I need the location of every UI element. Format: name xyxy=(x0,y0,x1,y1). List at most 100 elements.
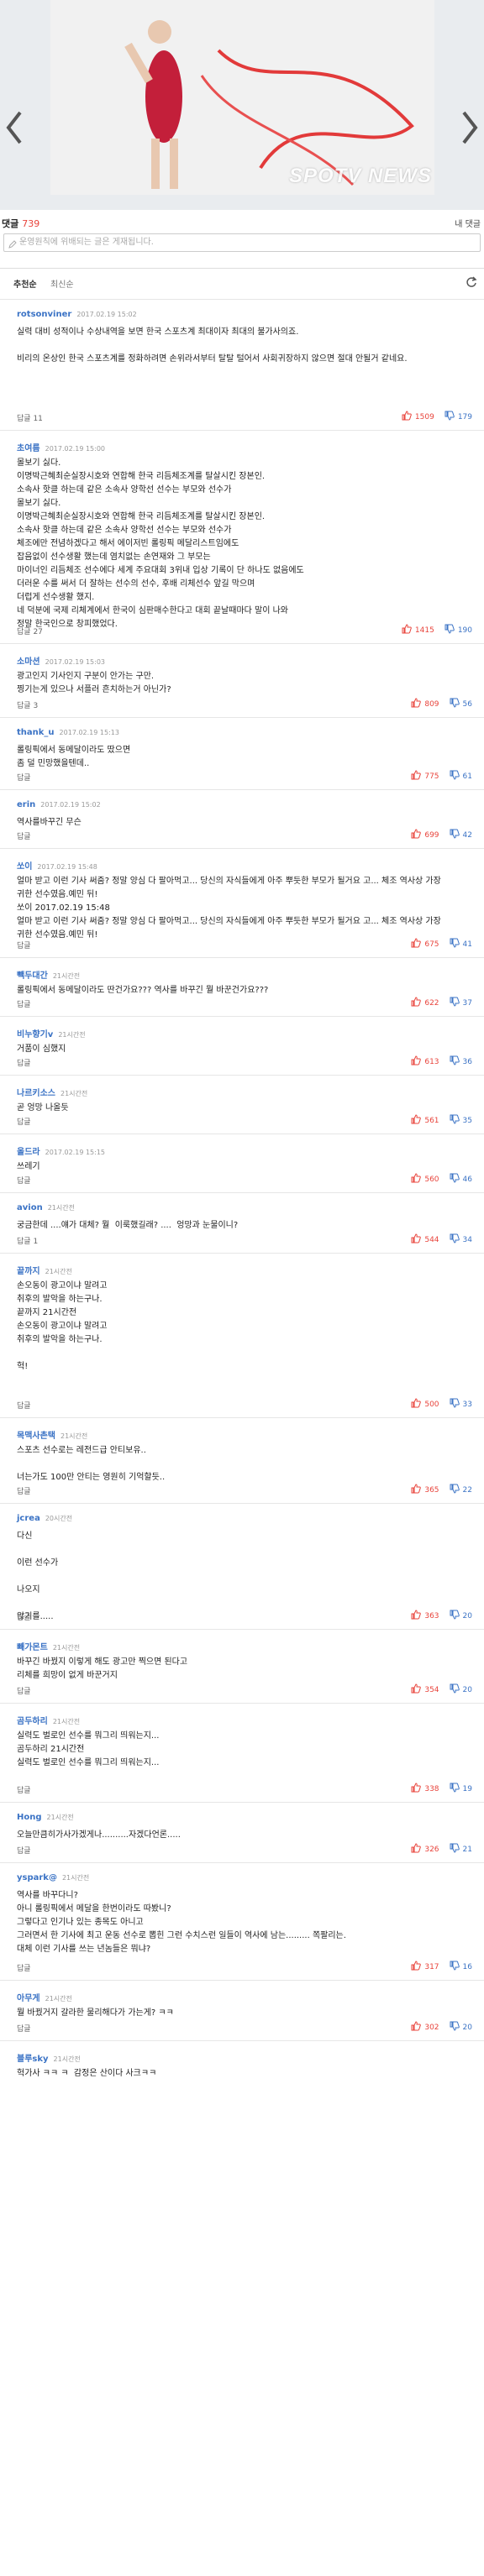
thumbs-up-icon[interactable] xyxy=(411,1783,422,1795)
reply-button[interactable]: 답글 11 xyxy=(17,412,43,423)
reply-button[interactable]: 답글 xyxy=(17,1057,31,1068)
thumbs-down-icon[interactable] xyxy=(450,1484,460,1496)
comment-item: 곰두하리 21시간전 실력도 벌로인 선수를 뭐그리 띄워는지... 곰두하리 21… xyxy=(0,1703,484,1802)
comment-author[interactable]: 소마션 xyxy=(17,657,40,667)
thumbs-down-icon[interactable] xyxy=(450,938,460,950)
comment-author[interactable]: Hong xyxy=(17,1813,42,1822)
prev-photo-button[interactable] xyxy=(0,107,29,149)
comment-meta: thank_u 2017.02.19 15:13 xyxy=(17,728,119,737)
comment-author[interactable]: 빽두대간 xyxy=(17,971,48,981)
comment-author[interactable]: 끝까지 xyxy=(17,1267,40,1276)
thumbs-down-icon[interactable] xyxy=(450,698,460,710)
reply-button[interactable]: 답글 xyxy=(17,1611,31,1622)
thumbs-down-icon[interactable] xyxy=(450,1233,460,1246)
thumbs-down-icon[interactable] xyxy=(450,1843,460,1856)
reply-button[interactable]: 답글 xyxy=(17,1485,31,1496)
thumbs-up-icon[interactable] xyxy=(411,829,422,841)
comment-author[interactable]: erin xyxy=(17,800,35,809)
reply-button[interactable]: 답글 xyxy=(17,772,31,783)
comment-item: erin 2017.02.19 15:02 역사를바꾸긴 무슨 답글 699 42 xyxy=(0,789,484,848)
comment-author[interactable]: yspark@ xyxy=(17,1873,57,1882)
thumbs-down-icon[interactable] xyxy=(450,829,460,841)
reply-button[interactable]: 답글 xyxy=(17,1400,31,1411)
thumbs-down-icon[interactable] xyxy=(450,1398,460,1411)
reply-button[interactable]: 답글 xyxy=(17,998,31,1009)
reply-button[interactable]: 답글 xyxy=(17,1116,31,1127)
comment-author[interactable]: 비누향기v xyxy=(17,1030,53,1039)
comment-author[interactable]: rotsonviner xyxy=(17,310,71,319)
upvote-count: 699 xyxy=(424,830,439,840)
thumbs-up-icon[interactable] xyxy=(411,770,422,783)
thumbs-up-icon[interactable] xyxy=(411,1843,422,1856)
thumbs-down-icon[interactable] xyxy=(445,411,455,423)
thumbs-down-icon[interactable] xyxy=(450,770,460,783)
thumbs-up-icon[interactable] xyxy=(411,1683,422,1696)
next-photo-button[interactable] xyxy=(455,107,484,149)
comment-meta: rotsonviner 2017.02.19 15:02 xyxy=(17,310,137,319)
reply-button[interactable]: 답글 xyxy=(17,2023,31,2034)
thumbs-down-icon[interactable] xyxy=(450,1961,460,1973)
comment-author[interactable]: 빼가몬트 xyxy=(17,1643,48,1652)
reply-button[interactable]: 답글 xyxy=(17,1175,31,1186)
comment-author[interactable]: 블루sky xyxy=(17,2055,49,2064)
thumbs-up-icon[interactable] xyxy=(411,1961,422,1973)
thumbs-down-icon[interactable] xyxy=(450,1683,460,1696)
downvote-count: 61 xyxy=(462,772,472,781)
thumbs-down-icon[interactable] xyxy=(445,624,455,636)
comment-author[interactable]: 목맥사촌택 xyxy=(17,1432,55,1441)
thumbs-up-icon[interactable] xyxy=(411,1114,422,1127)
reply-button[interactable]: 답글 xyxy=(17,940,31,950)
reply-button[interactable]: 답글 xyxy=(17,1685,31,1696)
reply-button[interactable]: 답글 xyxy=(17,1845,31,1856)
thumbs-down-icon[interactable] xyxy=(450,1055,460,1068)
thumbs-up-icon[interactable] xyxy=(402,624,412,636)
comment-author[interactable]: 쏘이 xyxy=(17,862,32,872)
comment-author[interactable]: 곰두하리 xyxy=(17,1717,48,1726)
reply-button[interactable]: 답글 1 xyxy=(17,1235,38,1246)
reply-button[interactable]: 답글 xyxy=(17,1784,31,1795)
thumbs-down-icon[interactable] xyxy=(450,1783,460,1795)
vote-group: 326 21 xyxy=(411,1843,472,1856)
thumbs-down-icon[interactable] xyxy=(450,997,460,1009)
thumbs-down-icon[interactable] xyxy=(450,1114,460,1127)
comment-author[interactable]: 나르키소스 xyxy=(17,1089,55,1098)
comment-body: 쓰레기 xyxy=(17,1162,40,1171)
thumbs-up-icon[interactable] xyxy=(411,698,422,710)
thumbs-up-icon[interactable] xyxy=(411,1398,422,1411)
thumbs-down-icon[interactable] xyxy=(450,2021,460,2034)
thumbs-up-icon[interactable] xyxy=(411,997,422,1009)
thumbs-down-icon[interactable] xyxy=(450,1173,460,1186)
refresh-icon[interactable] xyxy=(466,276,477,291)
tab-recommended[interactable]: 추천순 xyxy=(13,277,37,290)
vote-group: 613 36 xyxy=(411,1055,472,1068)
reply-button[interactable]: 답글 3 xyxy=(17,699,38,710)
comment-item: 목맥사촌택 21시간전 스포츠 선수로는 레전드급 안티보유.. 너는가도 100만… xyxy=(0,1417,484,1503)
thumbs-up-icon[interactable] xyxy=(411,1173,422,1186)
thumbs-up-icon[interactable] xyxy=(411,1055,422,1068)
comment-author[interactable]: 올드라 xyxy=(17,1148,40,1157)
comment-item: rotsonviner 2017.02.19 15:02 실력 대비 성적이나 수상… xyxy=(0,299,484,430)
thumbs-down-icon[interactable] xyxy=(450,1610,460,1622)
comment-author[interactable]: avion xyxy=(17,1203,43,1212)
tab-latest[interactable]: 최신순 xyxy=(50,277,74,290)
thumbs-up-icon[interactable] xyxy=(402,411,412,423)
comment-input[interactable]: 운영원칙에 위배되는 글은 게재됩니다. xyxy=(3,233,481,252)
comment-author[interactable]: 아무게 xyxy=(17,1994,40,2003)
thumbs-up-icon[interactable] xyxy=(411,1610,422,1622)
thumbs-up-icon[interactable] xyxy=(411,2021,422,2034)
comment-meta: avion 21시간전 xyxy=(17,1203,75,1212)
comment-item: 빽두대간 21시간전 롤링픽에서 동메달이라도 딴건가요??? 역사를 바꾸긴 뭘 … xyxy=(0,957,484,1016)
upvote-count: 809 xyxy=(424,699,439,709)
reply-button[interactable]: 답글 xyxy=(17,830,31,841)
comment-author[interactable]: 초여름 xyxy=(17,444,40,453)
comment-author[interactable]: jcrea xyxy=(17,1514,40,1523)
reply-button[interactable]: 답글 27 xyxy=(17,626,43,636)
reply-count: 27 xyxy=(33,628,43,636)
comment-meta: 아무게 21시간전 xyxy=(17,1991,72,2003)
comment-author[interactable]: thank_u xyxy=(17,728,55,737)
thumbs-up-icon[interactable] xyxy=(411,1233,422,1246)
reply-button[interactable]: 답글 xyxy=(17,1962,31,1973)
my-comments-link[interactable]: 내 댓글 xyxy=(455,217,481,229)
thumbs-up-icon[interactable] xyxy=(411,1484,422,1496)
thumbs-up-icon[interactable] xyxy=(411,938,422,950)
